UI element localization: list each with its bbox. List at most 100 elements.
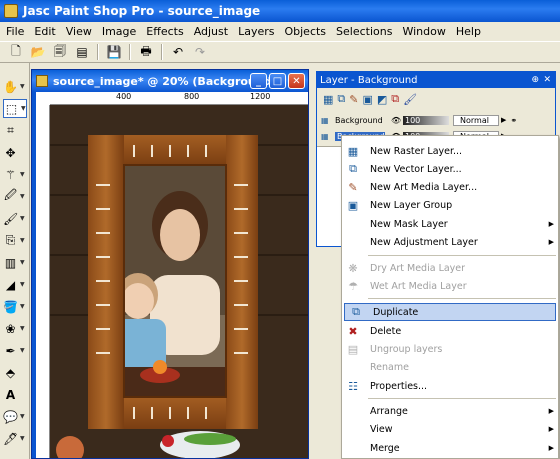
menu-selections[interactable]: Selections xyxy=(331,25,397,38)
submenu-arrow-icon: ▶ xyxy=(548,444,554,452)
menu-item-arrange[interactable]: Arrange ▶ xyxy=(342,402,558,420)
submenu-arrow-icon: ▶ xyxy=(548,425,554,433)
menu-item-properties[interactable]: ☷ Properties... xyxy=(342,377,558,395)
new-file-icon[interactable]: 🗋 xyxy=(6,43,26,61)
submenu-arrow-icon: ▶ xyxy=(548,220,554,228)
clone-tool[interactable]: ⎘ ▼ xyxy=(3,231,27,250)
menu-item-duplicate[interactable]: ⧉ Duplicate xyxy=(344,303,556,321)
maximize-button[interactable]: □ xyxy=(269,73,286,89)
ruler-corner xyxy=(36,92,50,105)
document-window[interactable]: source_image* @ 20% (Background) _ □ ✕ 4… xyxy=(31,69,309,459)
menu-item-dry-art-media-layer[interactable]: ❋ Dry Art Media Layer xyxy=(342,259,558,277)
menu-objects[interactable]: Objects xyxy=(279,25,331,38)
menu-item-delete[interactable]: ✖ Delete xyxy=(342,322,558,340)
pan-tool[interactable]: ✋ ▼ xyxy=(3,77,27,96)
browse-icon[interactable]: 🗐 xyxy=(50,43,70,61)
selection-tool[interactable]: ⬚ ▼ xyxy=(3,99,27,118)
close-button[interactable]: ✕ xyxy=(288,73,305,89)
vector-layer-icon: ⧉ xyxy=(349,162,357,175)
paint-brush-tool[interactable]: 🖌 ▼ xyxy=(3,209,27,228)
oil-brush-icon: 🖋 xyxy=(3,431,19,446)
properties-icon: ☷ xyxy=(348,379,358,393)
new-adjustment-layer-icon[interactable]: ◩ xyxy=(377,93,387,106)
minimize-button[interactable]: _ xyxy=(250,73,267,89)
image-canvas[interactable] xyxy=(50,105,308,458)
menu-item-view[interactable]: View ▶ xyxy=(342,420,558,438)
duplicate-layer-icon[interactable]: ⧉ xyxy=(391,92,399,106)
menu-item-label: Delete xyxy=(370,325,402,337)
new-mask-layer-icon[interactable]: ▣ xyxy=(362,93,372,106)
object-selector-tool[interactable]: ⬘ xyxy=(3,363,27,382)
pen-tool[interactable]: ✒ ▼ xyxy=(3,341,27,360)
retouch-tool[interactable]: ▥ ▼ xyxy=(3,253,27,272)
menu-item-label: New Raster Layer... xyxy=(370,145,463,157)
redo-icon[interactable]: ↷ xyxy=(190,43,210,61)
new-art-media-layer-icon[interactable]: ✎ xyxy=(349,93,358,106)
menu-item-label: New Adjustment Layer xyxy=(370,236,478,248)
menu-edit[interactable]: Edit xyxy=(29,25,60,38)
palette-close-icon[interactable]: ✕ xyxy=(543,75,551,85)
menu-effects[interactable]: Effects xyxy=(141,25,188,38)
duplicate-icon: ⧉ xyxy=(352,305,360,318)
art-media-tool[interactable]: 🖋 ▼ xyxy=(3,429,27,448)
menu-image[interactable]: Image xyxy=(97,25,141,38)
menu-item-new-raster-layer[interactable]: ▦ New Raster Layer... xyxy=(342,142,558,160)
menu-file[interactable]: File xyxy=(0,25,29,38)
menu-item-label: Arrange xyxy=(370,405,408,417)
menu-item-wet-art-media-layer[interactable]: ☂ Wet Art Media Layer xyxy=(342,277,558,295)
app-title: Jasc Paint Shop Pro - source_image xyxy=(23,4,261,18)
text-tool[interactable]: A xyxy=(3,385,27,404)
layer-row[interactable]: ▦ Background Pict 👁 100 Normal ▶ ⚭ xyxy=(321,113,553,127)
menu-item-label: New Mask Layer xyxy=(370,218,448,230)
opacity-value[interactable]: 100 xyxy=(403,115,449,125)
menu-item-ungroup-layers[interactable]: ▤ Ungroup layers xyxy=(342,340,558,358)
layer-palette-titlebar[interactable]: Layer - Background ⊕ ✕ xyxy=(317,72,555,88)
menu-item-new-vector-layer[interactable]: ⧉ New Vector Layer... xyxy=(342,160,558,178)
layer-properties-icon[interactable]: 🖌 xyxy=(403,93,417,106)
menu-layers[interactable]: Layers xyxy=(233,25,279,38)
menu-item-new-art-media-layer[interactable]: ✎ New Art Media Layer... xyxy=(342,178,558,196)
menu-item-label: Wet Art Media Layer xyxy=(370,280,467,292)
menu-item-label: New Art Media Layer... xyxy=(370,181,478,193)
new-raster-layer-icon[interactable]: ▦ xyxy=(323,93,333,106)
magic-wand-tool[interactable]: ⚚ ▼ xyxy=(3,165,27,184)
menu-window[interactable]: Window xyxy=(397,25,450,38)
blend-dropdown-icon[interactable]: ▶ xyxy=(501,116,506,124)
open-folder-icon[interactable]: 📂 xyxy=(28,43,48,61)
layer-thumbnail-icon: ▦ xyxy=(321,115,329,125)
dropper-tool[interactable]: 🖉 ▼ xyxy=(3,187,27,206)
menu-item-new-layer-group[interactable]: ▣ New Layer Group xyxy=(342,196,558,214)
move-tool[interactable]: ✥ xyxy=(3,143,27,162)
eraser-tool[interactable]: ◢ ▼ xyxy=(3,275,27,294)
crop-tool[interactable]: ⌗ xyxy=(3,121,27,140)
blend-mode-value[interactable]: Normal xyxy=(453,114,499,126)
toolbar-separator xyxy=(97,44,99,60)
menu-bar: File Edit View Image Effects Adjust Laye… xyxy=(0,22,560,41)
menu-adjust[interactable]: Adjust xyxy=(189,25,233,38)
print-icon[interactable]: 🖶 xyxy=(136,43,156,61)
move-icon: ✥ xyxy=(5,145,16,160)
menu-item-new-mask-layer[interactable]: New Mask Layer ▶ xyxy=(342,215,558,233)
menu-item-new-adjustment-layer[interactable]: New Adjustment Layer ▶ xyxy=(342,233,558,251)
undo-icon[interactable]: ↶ xyxy=(168,43,188,61)
menu-help[interactable]: Help xyxy=(451,25,486,38)
pin-icon[interactable]: ⊕ xyxy=(531,75,539,85)
preset-shape-tool[interactable]: 💬 ▼ xyxy=(3,407,27,426)
app-icon xyxy=(4,4,18,18)
save-icon[interactable]: 💾 xyxy=(104,43,124,61)
menu-item-rename[interactable]: Rename xyxy=(342,358,558,376)
scan-icon[interactable]: ▤ xyxy=(72,43,92,61)
photo-artwork xyxy=(50,105,308,458)
menu-item-label: Dry Art Media Layer xyxy=(370,262,466,274)
picture-tube-tool[interactable]: ❀ ▼ xyxy=(3,319,27,338)
menu-item-merge[interactable]: Merge ▶ xyxy=(342,439,558,457)
layer-palette-title: Layer - Background xyxy=(320,74,418,86)
flood-fill-tool[interactable]: 🪣 ▼ xyxy=(3,297,27,316)
vertical-ruler xyxy=(36,105,50,458)
link-icon[interactable]: ⚭ xyxy=(510,116,517,125)
menu-view[interactable]: View xyxy=(61,25,97,38)
crop-icon: ⌗ xyxy=(7,123,14,137)
layer-name: Background Pict xyxy=(335,115,385,125)
visibility-eye-icon[interactable]: 👁 xyxy=(391,116,403,125)
new-vector-layer-icon[interactable]: ⧉ xyxy=(337,92,345,106)
